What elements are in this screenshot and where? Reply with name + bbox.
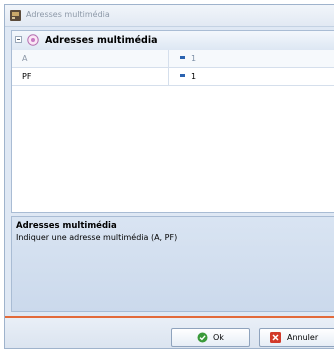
property-row-pf[interactable]: PF 1 xyxy=(12,68,334,86)
property-grid: Adresses multimédia A 1 PF 1 xyxy=(11,30,334,213)
property-value-text: 1 xyxy=(191,54,197,63)
cancel-x-icon xyxy=(270,332,281,343)
number-icon xyxy=(180,56,185,59)
property-name[interactable]: PF xyxy=(12,68,169,85)
property-value[interactable]: 1 xyxy=(180,68,196,85)
title-bar[interactable]: Adresses multimédia xyxy=(5,5,334,27)
property-name: A xyxy=(12,50,169,67)
dialog-window: Adresses multimédia Adresses multimédia … xyxy=(4,4,334,349)
number-icon xyxy=(180,74,185,77)
button-bar: Ok Annuler xyxy=(5,318,334,348)
ok-button[interactable]: Ok xyxy=(171,328,250,347)
cancel-button[interactable]: Annuler xyxy=(259,328,334,347)
check-circle-icon xyxy=(197,332,208,343)
window-title: Adresses multimédia xyxy=(26,10,110,19)
cancel-button-label: Annuler xyxy=(287,333,319,342)
property-value: 1 xyxy=(180,50,196,67)
category-row[interactable]: Adresses multimédia xyxy=(12,31,334,51)
property-value-text[interactable]: 1 xyxy=(191,72,196,81)
app-icon xyxy=(10,10,21,21)
ok-button-label: Ok xyxy=(213,333,224,342)
category-label: Adresses multimédia xyxy=(45,35,158,46)
description-title: Adresses multimédia xyxy=(16,221,117,231)
category-circle-icon xyxy=(27,34,39,46)
collapse-minus-icon[interactable] xyxy=(15,36,22,43)
description-panel: Adresses multimédia Indiquer une adresse… xyxy=(11,216,334,312)
property-row-a: A 1 xyxy=(12,50,334,68)
description-text: Indiquer une adresse multimédia (A, PF) xyxy=(16,233,178,242)
